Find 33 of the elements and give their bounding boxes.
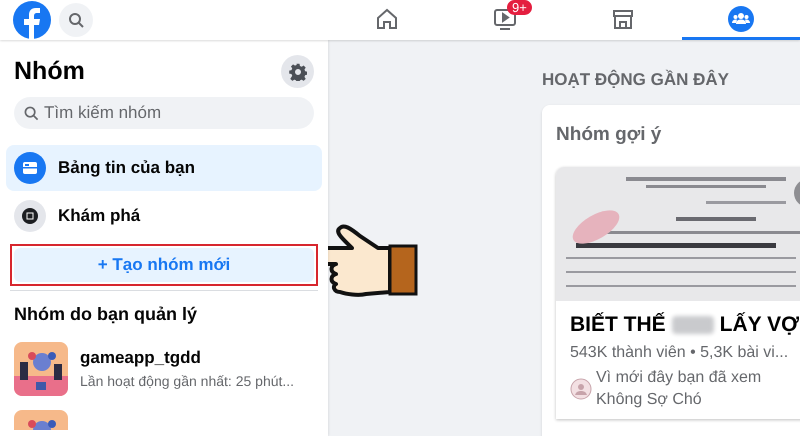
section-heading: HOẠT ĐỘNG GẦN ĐÂY xyxy=(542,68,730,91)
avatar-icon xyxy=(570,378,592,400)
notification-badge: 9+ xyxy=(507,0,532,15)
explore-icon xyxy=(14,200,46,232)
sidebar-title: Nhóm xyxy=(14,56,85,87)
search-icon xyxy=(24,106,39,120)
group-name: LẤY VỢ xyxy=(720,311,800,338)
create-group-button[interactable]: + Tạo nhóm mới xyxy=(14,248,314,282)
sidebar-item[interactable]: Khám phá xyxy=(6,192,322,238)
group-stats: 543K thành viên • 5,3K bài vi... xyxy=(570,342,790,362)
group-item[interactable]: gameapp_tgdd Lần hoạt động gần nhất: 25 phút... xyxy=(6,342,322,396)
suggestion-reason: Vì mới đây bạn đã xem xyxy=(596,368,762,388)
group-name: BIẾT THẾ xyxy=(570,311,666,338)
search-icon xyxy=(68,12,84,28)
card-title: Nhóm gợi ý xyxy=(556,124,662,144)
blurred-mark xyxy=(672,316,714,334)
feed-icon xyxy=(14,152,46,184)
home-icon xyxy=(375,6,399,30)
settings-icon xyxy=(288,62,306,81)
suggestion-reason: Không Sợ Chó xyxy=(596,390,703,410)
group-subtitle: Lần hoạt động gần nhất: 25 phút... xyxy=(80,372,294,391)
search-field[interactable]: Tìm kiếm nhóm xyxy=(14,96,314,128)
logo-icon[interactable] xyxy=(13,1,51,39)
nav-tab[interactable]: 9+ xyxy=(446,0,564,40)
search-button[interactable] xyxy=(59,3,93,37)
group-name: gameapp_tgdd xyxy=(80,347,202,370)
item-label: Khám phá xyxy=(58,204,140,227)
item-label: Bảng tin của bạn xyxy=(58,156,195,179)
section-title: Nhóm do bạn quản lý xyxy=(13,302,198,326)
settings-button[interactable] xyxy=(281,55,314,88)
sidebar-item[interactable]: Bảng tin của bạn xyxy=(6,144,322,190)
group-card[interactable]: BIẾT THẾ LẤY VỢ 543K thành viên • 5,3K bài vi... Vì mới đây bạn đã xem Không Sợ Chó xyxy=(556,167,800,418)
groups-icon xyxy=(728,6,754,32)
